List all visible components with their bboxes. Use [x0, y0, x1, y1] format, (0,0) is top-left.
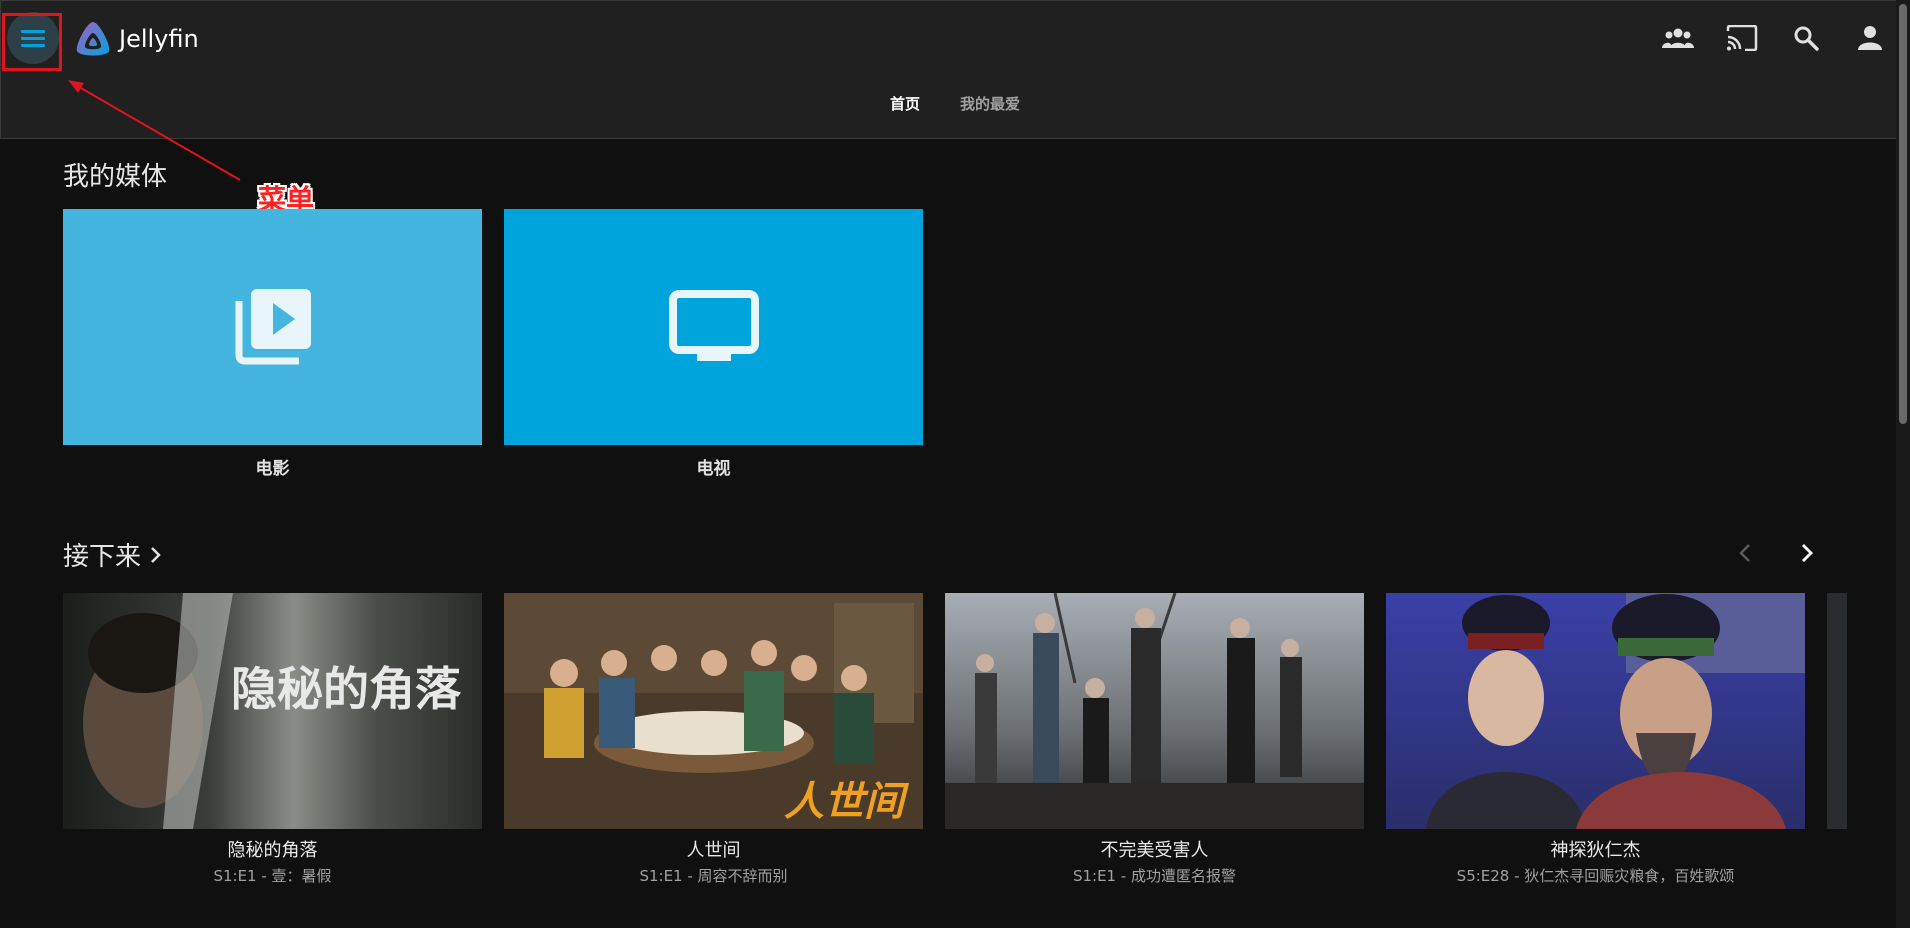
my-media-title: 我的媒体 — [63, 162, 168, 192]
users-icon[interactable] — [1661, 21, 1695, 55]
tv-icon — [668, 289, 759, 361]
card-title-2[interactable]: 人世间 — [504, 836, 923, 862]
next-up-card-2[interactable]: 人世间 — [504, 593, 923, 829]
card-subtitle-2[interactable]: S1:E1 - 周容不辞而别 — [504, 865, 923, 886]
poster-title-text: 隐秘的角落 — [231, 662, 462, 716]
library-label-movies[interactable]: 电影 — [63, 454, 482, 479]
scroll-right-button[interactable] — [1792, 538, 1822, 568]
card-title-4[interactable]: 神探狄仁杰 — [1386, 836, 1805, 862]
next-up-header[interactable]: 接下来 — [63, 536, 163, 573]
next-up-card-5-partial[interactable] — [1827, 593, 1847, 829]
page-scrollbar[interactable] — [1896, 0, 1910, 928]
tab-home[interactable]: 首页 — [890, 93, 920, 114]
library-card-tv[interactable] — [504, 209, 923, 445]
video-library-icon — [235, 289, 311, 365]
tab-favorites[interactable]: 我的最爱 — [960, 93, 1020, 114]
chevron-right-icon — [151, 546, 161, 563]
scrollbar-thumb[interactable] — [1899, 4, 1907, 424]
card-subtitle-3[interactable]: S1:E1 - 成功遭匿名报警 — [945, 865, 1364, 886]
poster-title-text: 人世间 — [784, 778, 910, 825]
cast-icon[interactable] — [1725, 21, 1759, 55]
next-up-card-1[interactable]: 隐秘的角落 — [63, 593, 482, 829]
chevron-left-icon — [1739, 544, 1750, 562]
card-title-1[interactable]: 隐秘的角落 — [63, 836, 482, 862]
card-title-3[interactable]: 不完美受害人 — [945, 836, 1364, 862]
user-icon[interactable] — [1853, 21, 1887, 55]
card-subtitle-4[interactable]: S5:E28 - 狄仁杰寻回赈灾粮食，百姓歌颂 — [1386, 865, 1805, 886]
scroll-left-button[interactable] — [1730, 538, 1760, 568]
next-up-title: 接下来 — [63, 542, 142, 572]
card-subtitle-1[interactable]: S1:E1 - 壹：暑假 — [63, 865, 482, 886]
next-up-card-3[interactable] — [945, 593, 1364, 829]
chevron-right-icon — [1802, 544, 1813, 562]
library-card-movies[interactable] — [63, 209, 482, 445]
next-up-card-4[interactable] — [1386, 593, 1805, 829]
library-label-tv[interactable]: 电视 — [504, 454, 923, 479]
search-icon[interactable] — [1789, 21, 1823, 55]
